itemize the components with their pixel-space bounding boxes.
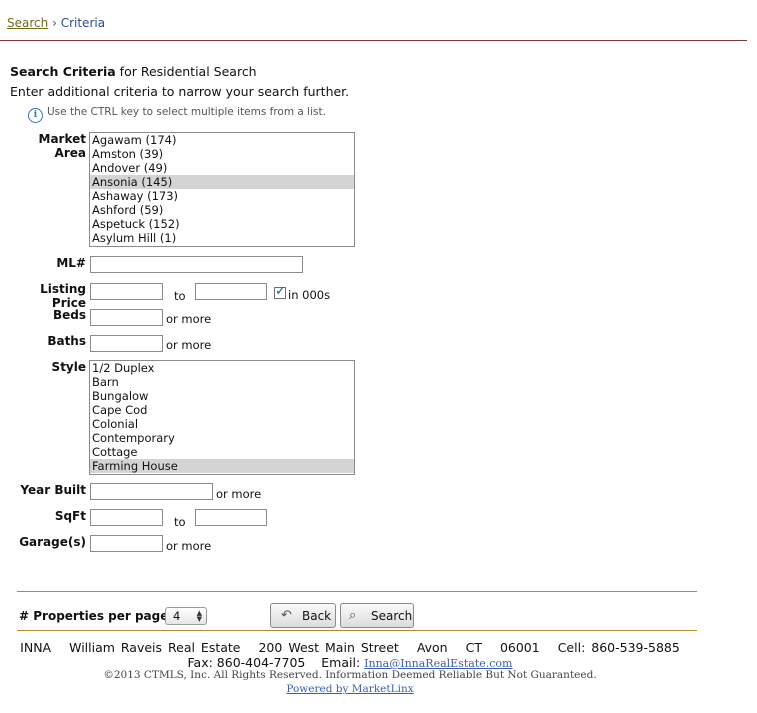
baths-input[interactable] xyxy=(90,335,163,352)
market-area-listbox[interactable]: Agawam (174) Amston (39) Andover (49) An… xyxy=(89,132,355,247)
price-to-label: to xyxy=(174,289,186,303)
style-label: Style xyxy=(51,360,86,374)
sqft-to-label: to xyxy=(174,515,186,529)
ctrl-hint: i Use the CTRL key to select multiple ite… xyxy=(28,106,326,123)
back-arrow-icon: ↶ xyxy=(281,608,292,623)
info-icon: i xyxy=(28,108,43,123)
market-area-option[interactable]: Ashford (59) xyxy=(90,203,354,217)
garage-input[interactable] xyxy=(90,535,163,552)
updown-arrow-icon: ▲ ▼ xyxy=(196,609,202,623)
sqft-max-input[interactable] xyxy=(195,509,267,526)
year-built-input[interactable] xyxy=(90,483,213,500)
company-name: William Raveis Real Estate xyxy=(69,640,241,655)
breadcrumb: Search › Criteria xyxy=(7,16,105,30)
page-title-bold: Search Criteria xyxy=(10,64,116,79)
fax-number: Fax: 860-404-7705 xyxy=(187,655,306,670)
footer-fax-line: Fax: 860-404-7705 Email: Inna@InnaRealEs… xyxy=(0,655,700,670)
style-option[interactable]: Cape Cod xyxy=(90,403,354,417)
market-area-option[interactable]: Andover (49) xyxy=(90,161,354,175)
beds-label: Beds xyxy=(52,308,86,322)
search-button[interactable]: ⌕ Search xyxy=(340,603,414,628)
style-option[interactable]: 1/2 Duplex xyxy=(90,361,354,375)
price-min-input[interactable] xyxy=(90,283,163,300)
in-000s-checkbox[interactable]: ✓ xyxy=(274,284,286,299)
style-option[interactable]: Colonial xyxy=(90,417,354,431)
market-area-label: Market Area xyxy=(38,132,87,160)
year-built-label: Year Built xyxy=(20,483,86,497)
beds-input[interactable] xyxy=(90,309,163,326)
market-area-option[interactable]: Asylum Hill (1) xyxy=(90,231,354,245)
per-page-select[interactable]: 4 ▲ ▼ xyxy=(165,607,207,625)
sqft-min-input[interactable] xyxy=(90,509,163,526)
per-page-value: 4 xyxy=(173,609,181,623)
price-max-input[interactable] xyxy=(195,283,267,300)
back-button-label: Back xyxy=(302,609,332,623)
style-option[interactable]: Contemporary xyxy=(90,431,354,445)
baths-label: Baths xyxy=(47,334,86,348)
style-option-selected[interactable]: Farming House xyxy=(90,459,354,473)
year-built-or-more: or more xyxy=(216,487,262,501)
garage-label: Garage(s) xyxy=(19,535,86,549)
market-area-option[interactable]: Aspetuck (152) xyxy=(90,217,354,231)
sqft-label: SqFt xyxy=(54,509,86,523)
style-option[interactable]: Cottage xyxy=(90,445,354,459)
page-title-rest: for Residential Search xyxy=(115,64,257,79)
market-area-option[interactable]: Ashaway (173) xyxy=(90,189,354,203)
in-000s-label: in 000s xyxy=(288,288,331,302)
style-option[interactable]: Bungalow xyxy=(90,389,354,403)
market-area-option[interactable]: Agawam (174) xyxy=(90,133,354,147)
footer-contact-line: INNA William Raveis Real Estate 200 West… xyxy=(0,640,700,655)
page-subtitle: Enter additional criteria to narrow your… xyxy=(10,84,350,99)
checkmark-icon: ✓ xyxy=(275,284,286,299)
baths-or-more: or more xyxy=(166,338,212,352)
street-address: 200 West Main Street xyxy=(258,640,399,655)
powered-by: Powered by MarketLinx xyxy=(0,683,700,695)
per-page-label: # Properties per page xyxy=(19,609,169,623)
copyright-notice: ©2013 CTMLS, Inc. All Rights Reserved. I… xyxy=(103,669,597,681)
ctrl-hint-text: Use the CTRL key to select multiple item… xyxy=(47,106,326,118)
back-button[interactable]: ↶ Back xyxy=(270,603,336,628)
state: CT xyxy=(465,640,482,655)
city: Avon xyxy=(416,640,448,655)
agent-name: INNA xyxy=(20,640,52,655)
footer-divider xyxy=(17,630,697,631)
listing-price-label: Listing Price xyxy=(40,282,86,310)
powered-by-link[interactable]: Powered by MarketLinx xyxy=(286,683,413,695)
email-label: Email: xyxy=(321,655,361,670)
style-option[interactable]: Barn xyxy=(90,375,354,389)
breadcrumb-separator: › xyxy=(52,16,57,30)
ml-label: ML# xyxy=(56,256,86,270)
style-listbox[interactable]: 1/2 Duplex Barn Bungalow Cape Cod Coloni… xyxy=(89,360,355,475)
ml-input[interactable] xyxy=(90,256,303,273)
magnifier-icon: ⌕ xyxy=(349,608,357,623)
cell-phone: Cell: 860-539-5885 xyxy=(557,640,680,655)
top-divider xyxy=(0,40,747,41)
breadcrumb-current: Criteria xyxy=(60,16,106,30)
breadcrumb-search-link[interactable]: Search xyxy=(7,16,48,30)
search-button-label: Search xyxy=(371,609,413,623)
beds-or-more: or more xyxy=(166,312,212,326)
zip: 06001 xyxy=(499,640,540,655)
controls-divider xyxy=(17,591,697,592)
market-area-option-selected[interactable]: Ansonia (145) xyxy=(90,175,354,189)
page-title: Search Criteria for Residential Search xyxy=(10,64,257,79)
garage-or-more: or more xyxy=(166,539,212,553)
market-area-option[interactable]: Amston (39) xyxy=(90,147,354,161)
